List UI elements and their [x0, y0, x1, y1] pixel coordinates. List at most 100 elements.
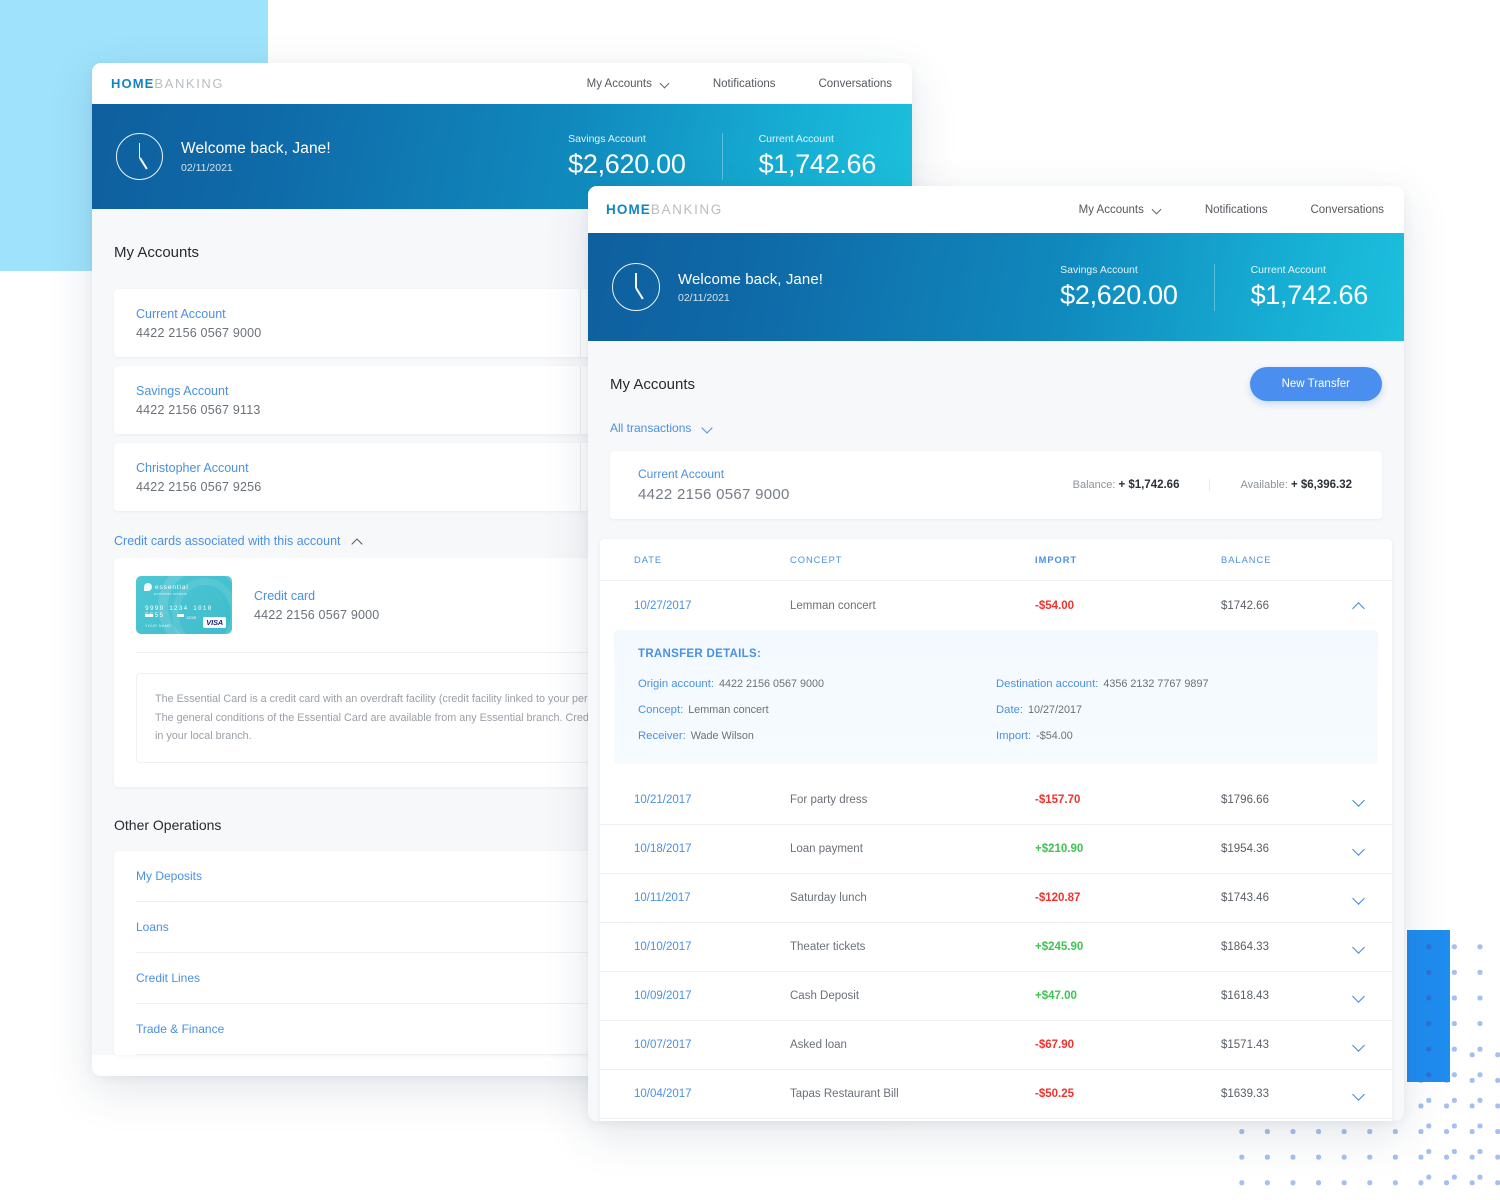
row-expand-toggle[interactable] — [1336, 1039, 1382, 1051]
row-import: +$47.00 — [1035, 990, 1077, 1002]
transfer-details-panel: TRANSFER DETAILS: Origin account: 4422 21… — [614, 630, 1378, 764]
table-row[interactable]: 10/11/2017 Saturday lunch -$120.87 $1743… — [600, 874, 1392, 923]
detail-receiver: Receiver: Wade Wilson — [638, 730, 996, 742]
row-balance: $1864.33 — [1221, 941, 1269, 953]
transactions-section-header: My Accounts New Transfer — [588, 341, 1404, 421]
filter-label: All transactions — [610, 421, 692, 435]
logo-light-text: BANKING — [154, 76, 225, 91]
row-expand-toggle[interactable] — [1336, 794, 1382, 806]
clock-icon — [612, 263, 660, 311]
row-date: 10/04/2017 — [634, 1088, 692, 1100]
row-expand-toggle[interactable] — [1336, 843, 1382, 855]
balance-label: Savings Account — [1060, 263, 1138, 276]
detail-value: 10/27/2017 — [1028, 704, 1083, 716]
balance-value: $1,742.66 — [1250, 279, 1369, 310]
selected-account-number: 4422 2156 0567 9000 — [638, 486, 790, 503]
operation-label: My Deposits — [136, 868, 203, 883]
row-date: 10/07/2017 — [634, 1039, 692, 1051]
visa-logo-icon: VISA — [203, 617, 226, 628]
table-row[interactable]: 10/07/2017 Asked loan -$67.90 $1571.43 — [600, 1021, 1392, 1070]
detail-origin-account: Origin account: 4422 2156 0567 9000 — [638, 678, 996, 690]
page-title: My Accounts — [610, 375, 696, 393]
detail-date: Date: 10/27/2017 — [996, 704, 1354, 716]
row-date: 10/10/2017 — [634, 941, 692, 953]
transactions-window: HOMEBANKING My Accounts Notifications Co… — [588, 186, 1404, 1121]
transactions-hero-banner: Welcome back, Jane! 02/11/2021 Savings A… — [588, 233, 1404, 341]
account-identity: Current Account 4422 2156 0567 9000 — [114, 289, 580, 357]
balance-stat-sign: + — [1118, 479, 1126, 491]
chevron-up-icon — [353, 536, 363, 546]
table-row[interactable]: 10/04/2017 Tapas Restaurant Bill -$50.25… — [600, 1070, 1392, 1119]
welcome-date: 02/11/2021 — [678, 291, 730, 304]
row-date: 10/21/2017 — [634, 794, 692, 806]
row-import: -$157.70 — [1035, 794, 1081, 806]
card-chip-icon — [145, 614, 153, 617]
row-concept: Loan payment — [790, 843, 863, 855]
transfer-details-title: TRANSFER DETAILS: — [638, 648, 762, 660]
balance-value: $2,620.00 — [1060, 279, 1178, 310]
chevron-down-icon — [1353, 990, 1365, 1002]
app-logo: HOMEBANKING — [111, 76, 224, 91]
nav-item-notifications[interactable]: Notifications — [713, 78, 776, 90]
table-row[interactable]: 10/27/2017 Lemman concert -$54.00 $1742.… — [600, 581, 1392, 630]
account-name[interactable]: Current Account — [136, 307, 580, 321]
row-expand-toggle[interactable] — [1336, 941, 1382, 953]
nav-item-label: My Accounts — [1078, 203, 1144, 216]
credit-cards-toggle-label: Credit cards associated with this accoun… — [114, 534, 341, 548]
row-expand-toggle[interactable] — [1336, 600, 1382, 612]
card-brand-name: essential — [155, 583, 189, 591]
logo-bold-text: HOME — [606, 202, 651, 217]
screenshot-stage: HOMEBANKING My Accounts Notifications Co… — [0, 0, 1500, 1200]
nav-item-conversations[interactable]: Conversations — [818, 78, 892, 90]
balance-value: $2,620.00 — [568, 149, 686, 179]
credit-card-title[interactable]: Credit card — [254, 589, 379, 603]
row-concept: Cash Deposit — [790, 990, 860, 1002]
logo-bold-text: HOME — [111, 76, 155, 91]
transactions-table: DATE CONCEPT IMPORT BALANCE 10/27/2017 L… — [600, 539, 1392, 1121]
transfer-details-left-column: Origin account: 4422 2156 0567 9000 Conce… — [638, 678, 996, 742]
card-chip-icon-2 — [177, 614, 184, 617]
detail-value: Lemman concert — [688, 704, 769, 716]
row-import: +$245.90 — [1035, 941, 1084, 953]
row-expand-toggle[interactable] — [1336, 892, 1382, 904]
account-number: 4422 2156 0567 9113 — [136, 402, 261, 417]
balance-stat-label: Balance: — [1072, 479, 1116, 491]
nav-item-my-accounts[interactable]: My Accounts — [1079, 204, 1162, 216]
hero-balance-current: Current Account $1,742.66 — [721, 133, 912, 180]
all-transactions-filter[interactable]: All transactions — [610, 421, 712, 435]
nav-item-label: Conversations — [1310, 203, 1384, 216]
transactions-filter-row: All transactions — [588, 421, 1404, 451]
row-date: 10/18/2017 — [634, 843, 692, 855]
transactions-table-header: DATE CONCEPT IMPORT BALANCE — [600, 539, 1392, 581]
welcome-greeting: Welcome back, Jane! — [678, 270, 824, 288]
account-number: 4422 2156 0567 9256 — [136, 479, 262, 494]
card-brand-subtitle: worldwide network — [154, 592, 188, 596]
row-expand-toggle[interactable] — [1336, 1088, 1382, 1100]
hero-balance-savings: Savings Account $2,620.00 — [532, 133, 721, 180]
decorative-dot-grid-overlay — [1412, 930, 1452, 1082]
account-name[interactable]: Savings Account — [136, 384, 580, 398]
selected-account-name[interactable]: Current Account — [638, 467, 790, 481]
nav-item-conversations[interactable]: Conversations — [1310, 204, 1384, 216]
balance-label: Savings Account — [568, 133, 646, 145]
table-row[interactable]: 10/09/2017 Cash Deposit +$47.00 $1618.43 — [600, 972, 1392, 1021]
detail-concept: Concept: Lemman concert — [638, 704, 996, 716]
row-balance: $1954.36 — [1221, 843, 1269, 855]
welcome-greeting: Welcome back, Jane! — [181, 139, 331, 157]
nav-item-notifications[interactable]: Notifications — [1205, 204, 1268, 216]
chevron-down-icon — [1353, 794, 1365, 806]
welcome-date: 02/11/2021 — [181, 161, 233, 174]
operation-label: Credit Lines — [136, 970, 201, 985]
row-expand-toggle[interactable] — [1336, 990, 1382, 1002]
available-stat-sign: + — [1291, 479, 1298, 491]
card-brand: essential — [144, 583, 189, 591]
selected-account-summary: Current Account 4422 2156 0567 9000 Bala… — [610, 451, 1382, 519]
table-row[interactable]: 10/21/2017 For party dress -$157.70 $179… — [600, 776, 1392, 825]
detail-value: -$54.00 — [1036, 730, 1073, 742]
row-date: 10/09/2017 — [634, 990, 692, 1002]
nav-item-my-accounts[interactable]: My Accounts — [587, 78, 670, 90]
new-transfer-button[interactable]: New Transfer — [1249, 367, 1382, 401]
account-name[interactable]: Christopher Account — [136, 461, 580, 475]
table-row[interactable]: 10/18/2017 Loan payment +$210.90 $1954.3… — [600, 825, 1392, 874]
table-row[interactable]: 10/10/2017 Theater tickets +$245.90 $186… — [600, 923, 1392, 972]
